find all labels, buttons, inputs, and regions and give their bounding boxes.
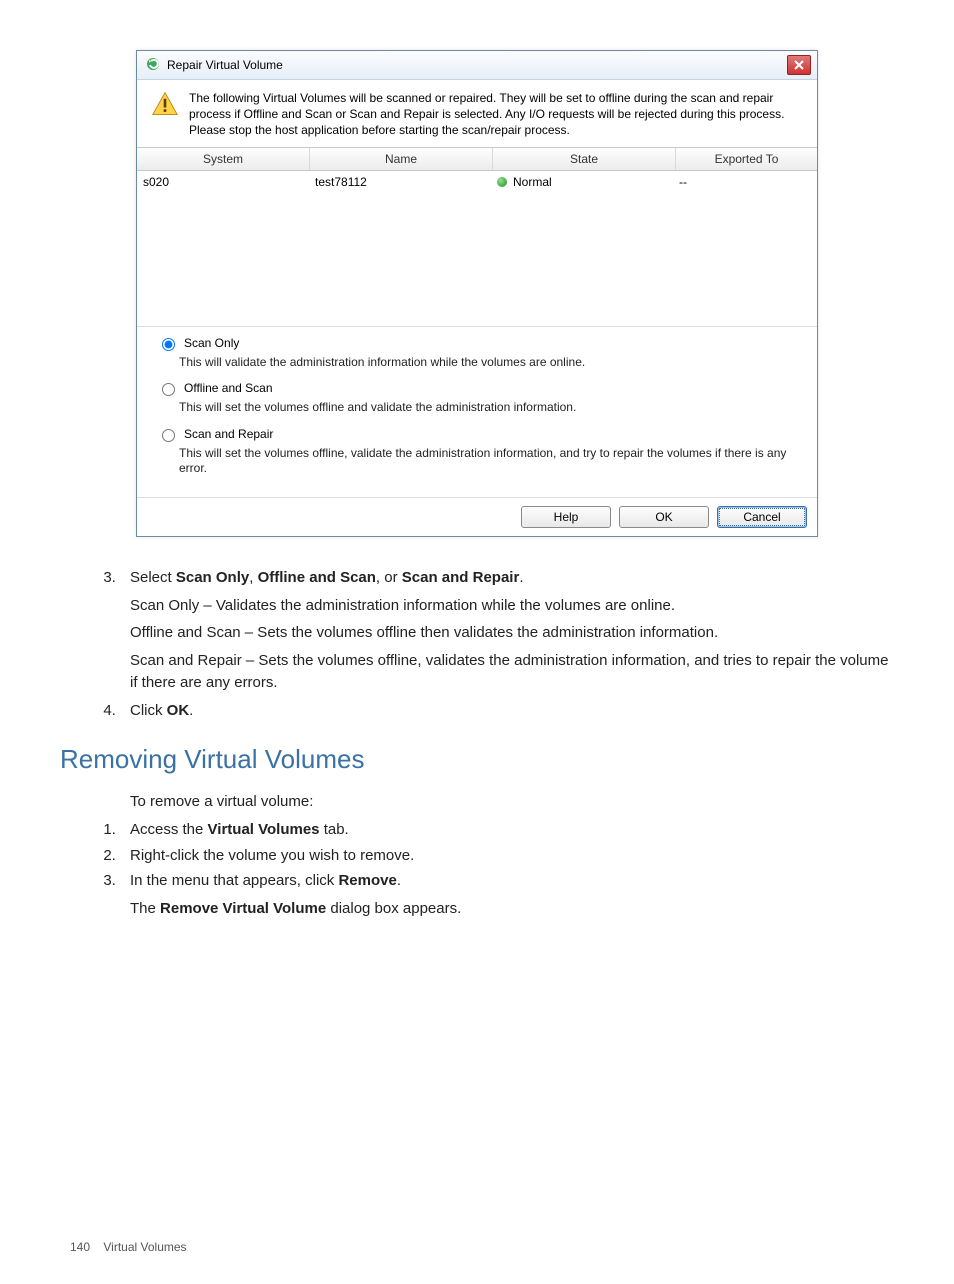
cell-system: s020 [137, 171, 309, 193]
radio-scan-repair-desc: This will set the volumes offline, valid… [179, 446, 797, 477]
footer-section: Virtual Volumes [103, 1240, 186, 1254]
cell-name: test78112 [309, 171, 491, 193]
repair-virtual-volume-dialog: Repair Virtual Volume The following Virt… [136, 50, 818, 537]
dialog-warning-text: The following Virtual Volumes will be sc… [189, 90, 803, 139]
step3-text: Select Scan Only, Offline and Scan, or S… [130, 569, 523, 586]
radio-scan-only-desc: This will validate the administration in… [179, 355, 797, 371]
table-body: s020 test78112 Normal -- [137, 171, 817, 326]
section-heading: Removing Virtual Volumes [60, 741, 894, 779]
page-footer: 140 Virtual Volumes [60, 1240, 894, 1254]
radio-scan-only-input[interactable] [162, 338, 175, 351]
ok-button[interactable]: OK [619, 506, 709, 528]
close-icon[interactable] [787, 55, 811, 75]
radio-scan-repair-input[interactable] [162, 429, 175, 442]
remove-step-3: In the menu that appears, click Remove. … [120, 870, 894, 920]
col-header-system[interactable]: System [137, 148, 310, 170]
cancel-button[interactable]: Cancel [717, 506, 807, 528]
col-header-state[interactable]: State [493, 148, 676, 170]
step3-line2: Offline and Scan – Sets the volumes offl… [130, 622, 894, 644]
warning-icon [151, 90, 179, 118]
doc-step-4: Click OK. [120, 700, 894, 722]
step3-line3: Scan and Repair – Sets the volumes offli… [130, 650, 894, 694]
cell-exported: -- [673, 171, 817, 193]
dialog-title-bar[interactable]: Repair Virtual Volume [137, 51, 817, 80]
page-number: 140 [70, 1240, 90, 1254]
radio-offline-scan-input[interactable] [162, 383, 175, 396]
section-intro: To remove a virtual volume: [130, 791, 894, 813]
radio-offline-scan-desc: This will set the volumes offline and va… [179, 400, 797, 416]
remove-step-2: Right-click the volume you wish to remov… [120, 845, 894, 867]
col-header-name[interactable]: Name [310, 148, 493, 170]
cell-state: Normal [491, 171, 673, 193]
app-icon [145, 56, 161, 75]
radio-scan-only-label: Scan Only [184, 336, 239, 350]
radio-scan-only[interactable]: Scan Only [157, 335, 797, 351]
radio-scan-repair-label: Scan and Repair [184, 427, 273, 441]
table-row[interactable]: s020 test78112 Normal -- [137, 171, 817, 193]
radio-offline-scan-label: Offline and Scan [184, 381, 273, 395]
table-header: System Name State Exported To [137, 147, 817, 171]
step3-line1: Scan Only – Validates the administration… [130, 595, 894, 617]
radio-offline-scan[interactable]: Offline and Scan [157, 380, 797, 396]
remove-step-1: Access the Virtual Volumes tab. [120, 819, 894, 841]
col-header-exported[interactable]: Exported To [676, 148, 817, 170]
help-button[interactable]: Help [521, 506, 611, 528]
status-dot-icon [497, 177, 507, 187]
radio-scan-repair[interactable]: Scan and Repair [157, 426, 797, 442]
dialog-title: Repair Virtual Volume [167, 58, 283, 72]
doc-step-3: Select Scan Only, Offline and Scan, or S… [120, 567, 894, 694]
state-text: Normal [513, 175, 552, 189]
